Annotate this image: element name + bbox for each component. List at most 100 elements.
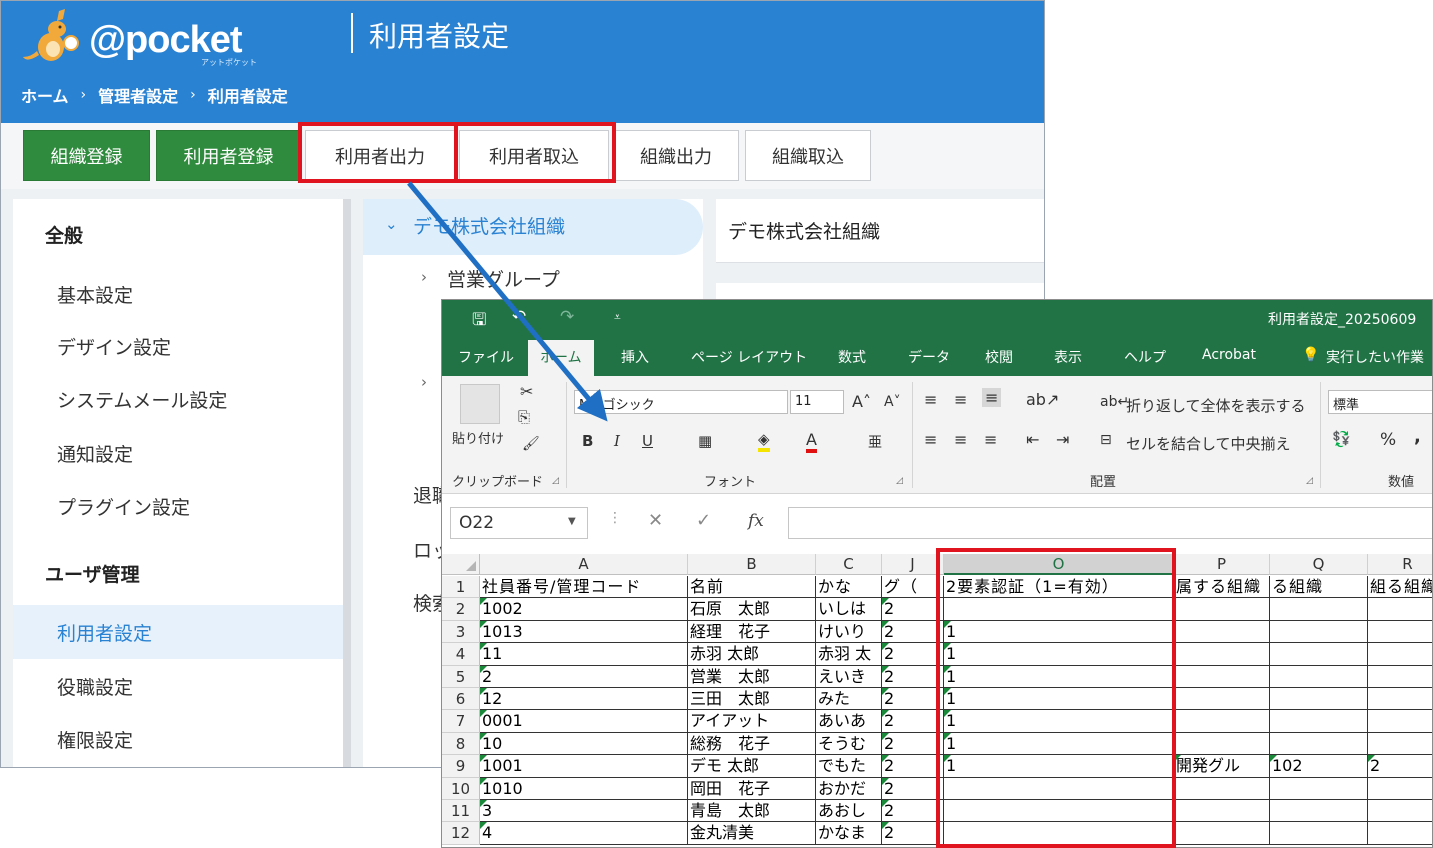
- cell-col-j[interactable]: 2: [882, 665, 944, 688]
- cell-col-r[interactable]: [1368, 598, 1432, 621]
- cell-col-c[interactable]: おかだ: [816, 777, 882, 800]
- cell-col-a[interactable]: 1013: [480, 620, 688, 644]
- column-header-c[interactable]: C: [816, 554, 882, 575]
- font-name-select[interactable]: MS ゴシック: [574, 390, 788, 414]
- borders-icon[interactable]: ▦: [698, 432, 712, 450]
- percent-button[interactable]: %: [1380, 430, 1396, 450]
- cell-col-a[interactable]: 1001: [480, 755, 688, 778]
- cell-col-a[interactable]: 10: [480, 732, 688, 756]
- merge-icon[interactable]: ⊟: [1100, 432, 1112, 448]
- sidebar-item-permission[interactable]: 権限設定: [57, 726, 133, 753]
- cell-col-b[interactable]: 三田 太郎: [688, 688, 816, 711]
- breadcrumb-home[interactable]: ホーム: [21, 83, 69, 107]
- header-cell-col-a[interactable]: 社員番号/管理コード: [480, 576, 688, 599]
- tab-home[interactable]: ホーム: [528, 340, 594, 376]
- lightbulb-icon[interactable]: 💡: [1302, 347, 1319, 363]
- row-header[interactable]: 1: [442, 576, 480, 599]
- column-header-p[interactable]: P: [1174, 554, 1270, 575]
- dialog-launcher-icon[interactable]: ◿: [1306, 476, 1313, 486]
- insert-function-button[interactable]: fx: [748, 511, 764, 531]
- cell-col-b[interactable]: 青島 太郎: [688, 800, 816, 823]
- tab-view[interactable]: 表示: [1054, 347, 1082, 367]
- cell-col-c[interactable]: でもた: [816, 755, 882, 778]
- row-header[interactable]: 3: [442, 620, 480, 644]
- cell-col-p[interactable]: [1174, 800, 1270, 823]
- header-cell-col-p[interactable]: 属する組織: [1174, 576, 1270, 599]
- cell-col-q[interactable]: [1270, 777, 1368, 800]
- cell-col-b[interactable]: 岡田 花子: [688, 777, 816, 800]
- row-header[interactable]: 11: [442, 800, 480, 823]
- header-cell-col-c[interactable]: かな: [816, 576, 882, 599]
- paste-icon[interactable]: [460, 384, 500, 424]
- cell-col-c[interactable]: みた: [816, 688, 882, 711]
- tab-page-layout[interactable]: ページ レイアウト: [691, 347, 807, 367]
- cell-col-r[interactable]: [1368, 822, 1432, 845]
- cell-col-r[interactable]: [1368, 643, 1432, 666]
- cell-col-c[interactable]: いしは: [816, 598, 882, 621]
- sidebar-item-position[interactable]: 役職設定: [57, 673, 133, 700]
- grow-font-icon[interactable]: A˄: [852, 392, 871, 411]
- cell-col-j[interactable]: 2: [882, 732, 944, 756]
- cell-col-c[interactable]: あおし: [816, 800, 882, 823]
- cell-col-q[interactable]: [1270, 822, 1368, 845]
- row-header[interactable]: 7: [442, 710, 480, 733]
- italic-button[interactable]: I: [614, 432, 620, 450]
- tab-review[interactable]: 校閲: [985, 347, 1013, 367]
- cell-col-j[interactable]: 2: [882, 800, 944, 823]
- cell-col-a[interactable]: 12: [480, 688, 688, 711]
- cell-col-j[interactable]: 2: [882, 710, 944, 733]
- column-header-b[interactable]: B: [688, 554, 816, 575]
- cell-col-j[interactable]: 2: [882, 598, 944, 621]
- cell-col-a[interactable]: 11: [480, 643, 688, 666]
- sidebar-item-plugin[interactable]: プラグイン設定: [57, 493, 190, 520]
- cell-col-c[interactable]: えいき: [816, 665, 882, 688]
- tab-file[interactable]: ファイル: [458, 347, 514, 367]
- redo-icon[interactable]: ↷: [560, 307, 574, 327]
- cell-col-j[interactable]: 2: [882, 822, 944, 845]
- cell-col-j[interactable]: 2: [882, 755, 944, 778]
- increase-indent-icon[interactable]: ⇥: [1056, 430, 1069, 449]
- cell-col-j[interactable]: 2: [882, 688, 944, 711]
- column-header-q[interactable]: Q: [1270, 554, 1368, 575]
- cell-col-c[interactable]: かなま: [816, 822, 882, 845]
- column-header-j[interactable]: J: [882, 554, 944, 575]
- currency-icon[interactable]: 💱: [1332, 430, 1351, 448]
- cell-col-b[interactable]: デモ 太郎: [688, 755, 816, 778]
- cell-col-q[interactable]: [1270, 665, 1368, 688]
- cell-col-r[interactable]: [1368, 778, 1432, 800]
- sidebar-item-notification[interactable]: 通知設定: [57, 440, 133, 467]
- cell-col-b[interactable]: 石原 太郎: [688, 598, 816, 621]
- tree-node-sales[interactable]: 営業グループ: [447, 265, 560, 292]
- cell-col-q[interactable]: [1270, 732, 1368, 756]
- tab-insert[interactable]: 挿入: [621, 347, 649, 367]
- cell-col-c[interactable]: あいあ: [816, 710, 882, 733]
- cell-col-p[interactable]: [1174, 643, 1270, 666]
- cell-col-p[interactable]: 開発グル: [1174, 755, 1270, 778]
- row-header[interactable]: 10: [442, 777, 480, 800]
- fill-color-icon[interactable]: ◈: [758, 430, 770, 452]
- cell-col-j[interactable]: 2: [882, 777, 944, 800]
- dialog-launcher-icon[interactable]: ◿: [552, 476, 559, 486]
- decrease-indent-icon[interactable]: ⇤: [1026, 430, 1039, 449]
- wrap-text-icon[interactable]: ab↵: [1100, 394, 1129, 410]
- chevron-down-icon[interactable]: ▼: [568, 516, 576, 527]
- cell-col-b[interactable]: 赤羽 太郎: [688, 643, 816, 666]
- cell-col-r[interactable]: [1368, 800, 1432, 823]
- row-header[interactable]: 4: [442, 643, 480, 666]
- format-painter-icon[interactable]: 🖌: [522, 436, 540, 452]
- tab-tell-me[interactable]: 実行したい作業: [1326, 347, 1424, 367]
- tab-data[interactable]: データ: [908, 347, 950, 367]
- tab-formulas[interactable]: 数式: [838, 347, 866, 367]
- select-all-corner[interactable]: [442, 554, 480, 575]
- chevron-right-icon[interactable]: ›: [421, 373, 427, 391]
- cell-col-q[interactable]: [1270, 643, 1368, 666]
- cell-col-r[interactable]: [1368, 710, 1432, 733]
- orientation-icon[interactable]: ab↗: [1026, 390, 1059, 409]
- cell-col-b[interactable]: 営業 太郎: [688, 665, 816, 688]
- copy-icon[interactable]: ⎘: [518, 408, 530, 426]
- column-header-r[interactable]: R: [1368, 554, 1432, 575]
- cell-col-b[interactable]: 金丸清美: [688, 822, 816, 845]
- cell-col-p[interactable]: [1174, 665, 1270, 688]
- cell-col-q[interactable]: [1270, 598, 1368, 621]
- cell-col-b[interactable]: 経理 花子: [688, 620, 816, 644]
